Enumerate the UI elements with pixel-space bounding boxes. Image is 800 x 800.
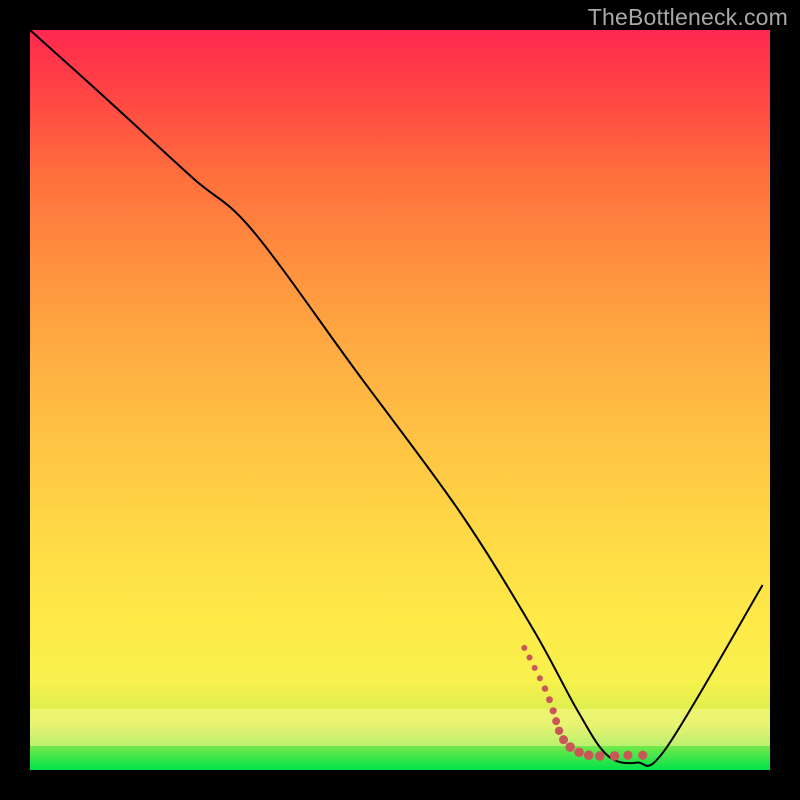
optimal-dot <box>610 751 620 761</box>
optimal-dot <box>552 717 560 725</box>
optimal-dot <box>584 750 594 760</box>
optimal-dot <box>559 735 568 744</box>
optimal-dot <box>638 751 647 760</box>
watermark-text: TheBottleneck.com <box>588 4 788 31</box>
optimal-dot <box>527 655 533 661</box>
optimal-dot <box>546 696 553 703</box>
optimal-point-cluster <box>30 30 770 770</box>
optimal-dot <box>565 742 575 752</box>
optimal-dot <box>574 747 584 757</box>
optimal-dot <box>550 707 557 714</box>
optimal-dot <box>532 665 538 671</box>
optimal-dot <box>595 751 605 761</box>
optimal-dot <box>537 675 543 681</box>
optimal-dot <box>542 685 548 691</box>
optimal-dot <box>521 645 527 651</box>
chart-area <box>30 30 770 770</box>
optimal-dot <box>555 727 563 735</box>
optimal-dot <box>623 751 632 760</box>
